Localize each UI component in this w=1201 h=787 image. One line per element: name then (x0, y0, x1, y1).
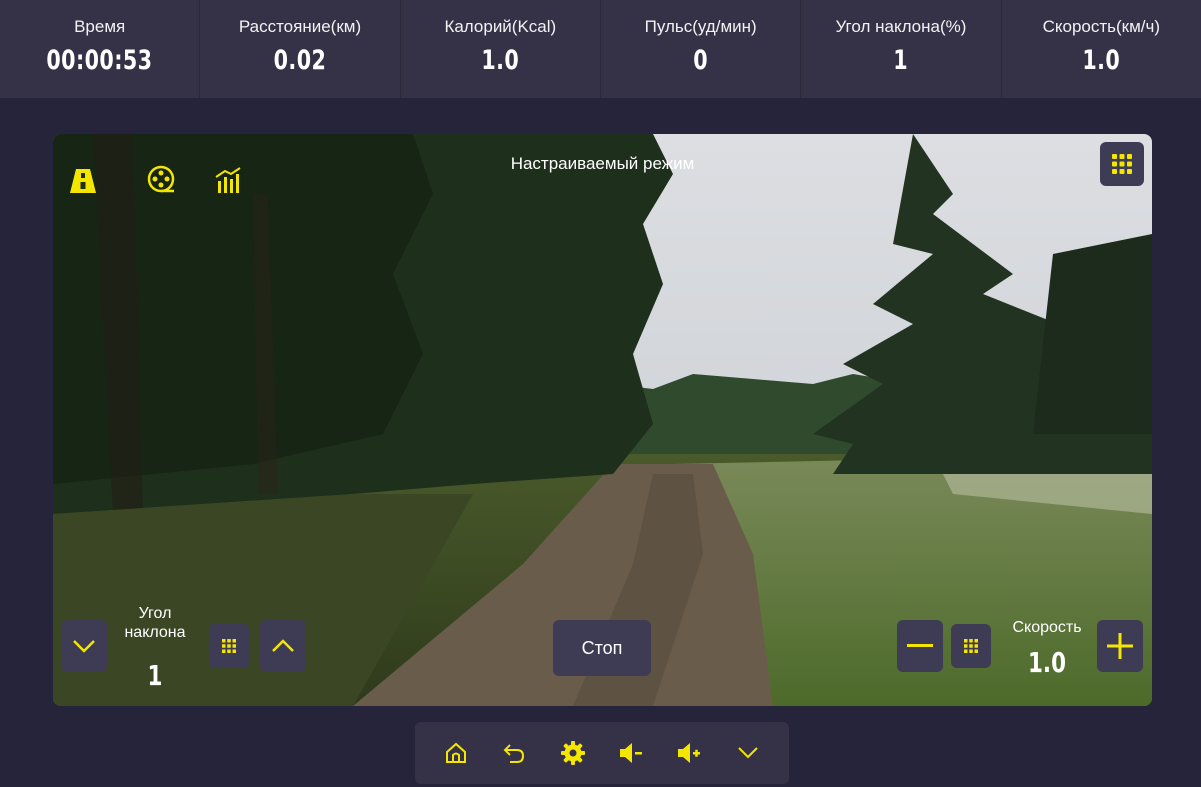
chevron-up-icon (272, 639, 294, 652)
incline-up-button[interactable] (260, 620, 306, 672)
stat-distance-value: 0.02 (273, 45, 327, 76)
speed-label: Скорость (1012, 619, 1082, 636)
stat-incline-value: 1 (893, 45, 909, 76)
speed-increase-button[interactable] (1097, 620, 1143, 672)
stat-speed-label: Скорость(км/ч) (1042, 17, 1161, 36)
grid-icon (1112, 154, 1132, 174)
stats-bar: Время 00:00:53 Расстояние(км) 0.02 Калор… (0, 0, 1201, 98)
stat-calories-value: 1.0 (481, 45, 520, 76)
incline-down-button[interactable] (61, 620, 107, 672)
stat-distance: Расстояние(км) 0.02 (200, 0, 401, 98)
keypad-icon (964, 639, 978, 653)
speed-keypad-button[interactable] (951, 624, 991, 668)
plus-icon (1107, 633, 1133, 659)
stat-speed-value: 1.0 (1082, 45, 1121, 76)
minus-icon (907, 644, 933, 647)
stat-incline-label: Угол наклона(%) (835, 17, 967, 36)
incline-label: Угол наклона (115, 604, 195, 642)
stop-button[interactable]: Стоп (553, 620, 651, 676)
stat-time-label: Время (74, 17, 126, 36)
stats-chart-icon[interactable] (210, 162, 246, 198)
settings-icon[interactable] (555, 735, 591, 771)
video-player[interactable]: Настраиваемый режим Угол наклона 1 Стоп (53, 134, 1152, 706)
stat-distance-label: Расстояние(км) (238, 17, 362, 36)
stat-time-value: 00:00:53 (46, 45, 153, 76)
stat-calories-label: Калорий(Kcal) (444, 17, 557, 36)
volume-up-icon[interactable] (671, 735, 707, 771)
film-reel-icon[interactable] (143, 162, 179, 198)
chevron-down-icon[interactable] (730, 735, 766, 771)
stat-calories: Калорий(Kcal) 1.0 (401, 0, 601, 98)
stat-pulse-value: 0 (693, 45, 709, 76)
incline-label-line2: наклона (124, 624, 186, 641)
incline-label-line1: Угол (138, 605, 172, 622)
keypad-icon (222, 639, 236, 653)
incline-keypad-button[interactable] (209, 624, 249, 668)
stat-speed: Скорость(км/ч) 1.0 (1002, 0, 1201, 98)
grid-menu-button[interactable] (1100, 142, 1144, 186)
stat-incline: Угол наклона(%) 1 (801, 0, 1002, 98)
stat-pulse-label: Пульс(уд/мин) (644, 17, 757, 36)
road-icon[interactable] (65, 162, 101, 198)
incline-value: 1 (147, 659, 163, 692)
chevron-down-icon (73, 640, 95, 653)
bottom-nav-bar (415, 722, 789, 784)
stat-time: Время 00:00:53 (0, 0, 201, 98)
back-icon[interactable] (496, 735, 532, 771)
speed-value: 1.0 (1028, 646, 1066, 679)
stat-pulse: Пульс(уд/мин) 0 (601, 0, 802, 98)
home-icon[interactable] (438, 735, 474, 771)
speed-decrease-button[interactable] (897, 620, 943, 672)
volume-down-icon[interactable] (613, 735, 649, 771)
